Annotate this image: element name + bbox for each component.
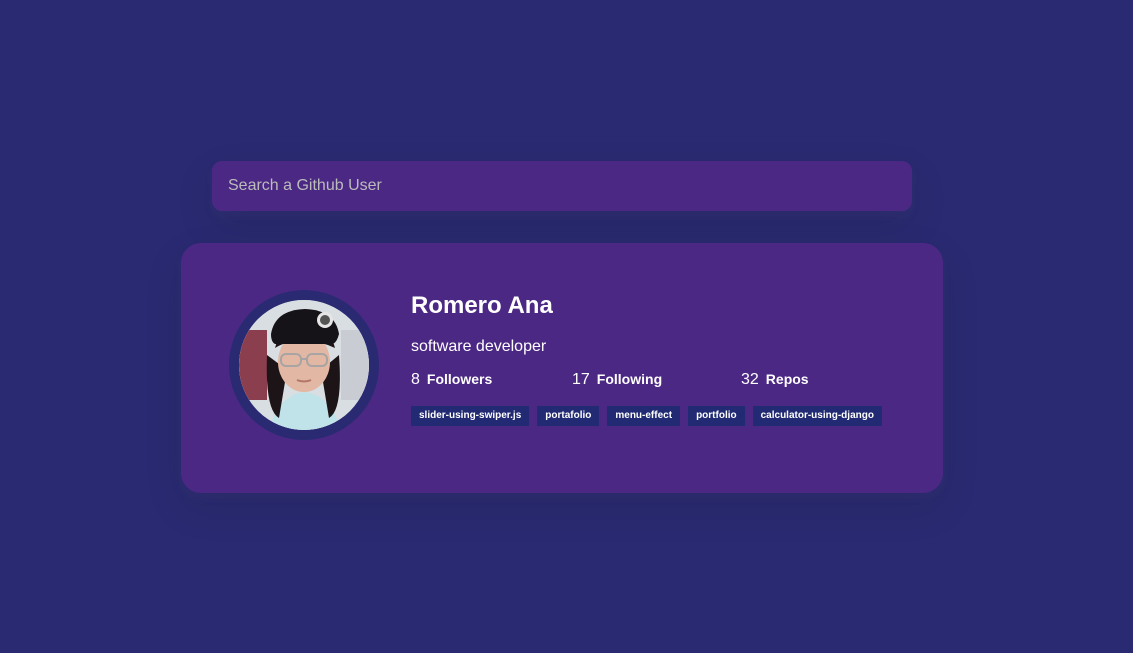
repo-link[interactable]: calculator-using-django [752, 406, 882, 426]
repo-list: slider-using-swiper.js portafolio menu-e… [411, 406, 890, 426]
stat-repos: 32 Repos [741, 371, 902, 389]
followers-label: Followers [426, 371, 493, 387]
repos-label: Repos [765, 371, 809, 387]
repo-link[interactable]: menu-effect [607, 406, 681, 426]
user-stats: 8 Followers 17 Following 32 Repos [411, 371, 902, 389]
repo-link[interactable]: portfolio [688, 406, 745, 426]
user-name: Romero Ana [411, 292, 553, 319]
avatar [229, 290, 379, 440]
following-count: 17 [572, 371, 590, 388]
stat-followers: 8 Followers [411, 371, 572, 389]
search-input[interactable] [212, 161, 912, 211]
stat-following: 17 Following [572, 371, 741, 389]
repo-link[interactable]: slider-using-swiper.js [411, 406, 530, 426]
user-avatar-photo-icon [239, 300, 369, 430]
followers-count: 8 [411, 371, 420, 388]
repo-link[interactable]: portafolio [537, 406, 600, 426]
repos-count: 32 [741, 371, 759, 388]
user-card: Romero Ana software developer 8 Follower… [181, 243, 943, 493]
user-bio: software developer [411, 338, 547, 355]
following-label: Following [596, 371, 663, 387]
